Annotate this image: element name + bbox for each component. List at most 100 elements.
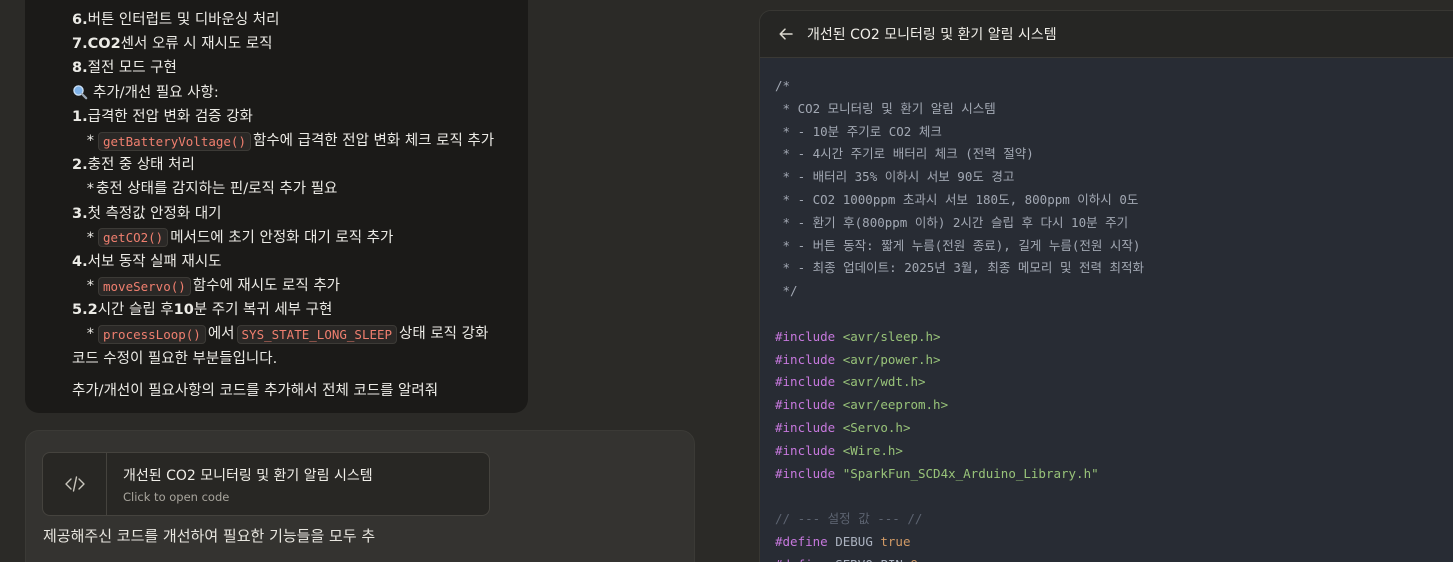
code-token: <avr/wdt.h> (842, 374, 926, 390)
bullet-star: * (86, 229, 94, 246)
message-line: * getCO2() 메서드에 초기 안정화 대기 로직 추가 (72, 226, 542, 250)
code-token: * CO2 모니터링 및 환기 알림 시스템 (775, 100, 996, 116)
bold-text: CO2 (87, 36, 121, 53)
code-token: * - 최종 업데이트: 2025년 3월, 최종 메모리 및 전력 최적화 (775, 260, 1145, 276)
message-line: 7. CO2 센서 오류 시 재시도 로직 (72, 32, 542, 56)
line-text: 서보 동작 실패 재시도 (87, 253, 222, 270)
code-token: /* (775, 78, 791, 93)
line-text: 첫 측정값 안정화 대기 (87, 205, 222, 222)
code-line: * - CO2 1000ppm 초과시 서보 180도, 800ppm 이하시 … (775, 189, 1453, 212)
code-token: SERVO_PIN (828, 557, 911, 562)
code-line: // --- 설정 값 --- // (775, 508, 1453, 531)
code-token: #include (775, 351, 836, 367)
code-token: #define (775, 533, 828, 549)
code-token: "SparkFun_SCD4x_Arduino_Library.h" (842, 465, 1099, 481)
code-line: #include <avr/power.h> (775, 349, 1453, 372)
line-text: 함수에 재시도 로직 추가 (192, 278, 341, 295)
line-text: 추가/개선 필요 사항: (93, 84, 219, 101)
list-number: 8. (72, 60, 88, 77)
message-line: * getBatteryVoltage() 함수에 급격한 전압 변화 체크 로직… (72, 129, 542, 153)
code-viewer[interactable]: /* * CO2 모니터링 및 환기 알림 시스템 * - 10분 주기로 CO… (760, 58, 1453, 562)
code-line: #define DEBUG true (775, 531, 1453, 554)
bullet-star: * (86, 132, 94, 149)
line-text: 절전 모드 구현 (87, 60, 177, 77)
code-token: <Wire.h> (842, 442, 903, 458)
message-line: * moveServo() 함수에 재시도 로직 추가 (72, 274, 542, 298)
code-token: * - 배터리 35% 이하시 서보 90도 경고 (775, 169, 1015, 185)
code-token: * - 환기 후(800ppm 이하) 2시간 슬립 후 다시 10분 주기 (775, 214, 1129, 230)
code-token: #define (775, 557, 828, 562)
line-text: 시간 슬립 후 (97, 302, 174, 319)
code-token: #include (775, 442, 836, 458)
assistant-message: 개선된 CO2 모니터링 및 환기 알림 시스템 Click to open c… (25, 430, 695, 562)
artifact-title: 개선된 CO2 모니터링 및 환기 알림 시스템 (123, 467, 373, 484)
code-token: // --- 설정 값 --- // (775, 511, 923, 527)
code-line: #include <Wire.h> (775, 440, 1453, 463)
bullet-star: * (86, 181, 94, 198)
line-text: 버튼 인터럽트 및 디바운싱 처리 (87, 12, 280, 28)
message-line: * 충전 상태를 감지하는 핀/로직 추가 필요 (72, 177, 542, 201)
list-number: 4. (72, 253, 88, 270)
message-line: 2. 충전 중 상태 처리 (72, 153, 542, 177)
code-token: DEBUG (827, 533, 881, 549)
code-line: #include <avr/wdt.h> (775, 371, 1453, 394)
line-text: 센서 오류 시 재시도 로직 (120, 36, 273, 53)
code-line: * - 최종 업데이트: 2025년 3월, 최종 메모리 및 전력 최적화 (775, 257, 1453, 280)
panel-header: 개선된 CO2 모니터링 및 환기 알림 시스템 (760, 11, 1453, 58)
code-line: #define SERVO_PIN 9 (775, 554, 1453, 562)
line-text: 충전 중 상태 처리 (87, 157, 195, 174)
inline-code: moveServo() (98, 276, 191, 296)
message-line: 코드 수정이 필요한 부분들입니다. (72, 347, 542, 371)
code-line: * - 환기 후(800ppm 이하) 2시간 슬립 후 다시 10분 주기 (775, 212, 1453, 235)
code-line: * - 10분 주기로 CO2 체크 (775, 121, 1453, 144)
code-token: <avr/sleep.h> (842, 328, 941, 344)
code-line: #include <avr/sleep.h> (775, 326, 1453, 349)
chat-page: 6. 버튼 인터럽트 및 디바운싱 처리 7. CO2 센서 오류 시 재시도 로… (0, 0, 1453, 562)
code-line: */ (775, 280, 1453, 303)
bold-text: 2 (87, 302, 98, 319)
line-text: 에서 (207, 326, 235, 343)
artifact-subtitle: Click to open code (123, 489, 230, 504)
message-line: 추가/개선 필요 사항: (72, 81, 542, 105)
code-token: * - 4시간 주기로 배터리 체크 (전력 절약) (775, 146, 1034, 162)
code-line: * - 배터리 35% 이하시 서보 90도 경고 (775, 166, 1453, 189)
message-line: 6. 버튼 인터럽트 및 디바운싱 처리 (72, 8, 542, 32)
bold-text: 10 (173, 302, 194, 319)
code-line: #include <avr/eeprom.h> (775, 394, 1453, 417)
code-token: <avr/eeprom.h> (842, 397, 949, 413)
message-line: 5. 2 시간 슬립 후 10 분 주기 복귀 세부 구현 (72, 298, 542, 322)
message-line: 4. 서보 동작 실패 재시도 (72, 250, 542, 274)
code-token: #include (775, 419, 836, 435)
inline-code: getCO2() (98, 228, 169, 248)
inline-code: SYS_STATE_LONG_SLEEP (236, 325, 398, 345)
user-request-text: 추가/개선이 필요사항의 코드를 추가해서 전체 코드를 알려줘 (72, 382, 439, 399)
code-token: * - 10분 주기로 CO2 체크 (775, 123, 942, 139)
code-token: <avr/power.h> (842, 351, 941, 367)
code-line: * - 4시간 주기로 배터리 체크 (전력 절약) (775, 143, 1453, 166)
code-token: #include (775, 328, 836, 344)
list-number: 7. (72, 36, 88, 53)
line-text: 급격한 전압 변화 검증 강화 (87, 108, 253, 125)
back-arrow-icon[interactable] (777, 25, 795, 43)
message-line: * processLoop() 에서 SYS_STATE_LONG_SLEEP 상… (72, 322, 542, 346)
list-number: 6. (72, 12, 88, 28)
code-token: #include (775, 465, 836, 481)
list-number: 1. (72, 108, 88, 125)
code-token: #include (775, 397, 836, 413)
message-line: 1. 급격한 전압 변화 검증 강화 (72, 105, 542, 129)
magnifier-icon (72, 84, 88, 100)
user-message-lines: 6. 버튼 인터럽트 및 디바운싱 처리 7. CO2 센서 오류 시 재시도 로… (72, 8, 542, 403)
code-line: * - 버튼 동작: 짧게 누름(전원 종료), 길게 누름(전원 시작) (775, 235, 1453, 258)
bullet-star: * (86, 326, 94, 343)
line-text: 분 주기 복귀 세부 구현 (193, 302, 333, 319)
code-token: <Servo.h> (842, 419, 911, 435)
message-line: 3. 첫 측정값 안정화 대기 (72, 202, 542, 226)
artifact-open-button[interactable]: 개선된 CO2 모니터링 및 환기 알림 시스템 Click to open c… (42, 452, 490, 516)
code-token: 9 (910, 557, 918, 562)
code-icon (43, 453, 107, 515)
